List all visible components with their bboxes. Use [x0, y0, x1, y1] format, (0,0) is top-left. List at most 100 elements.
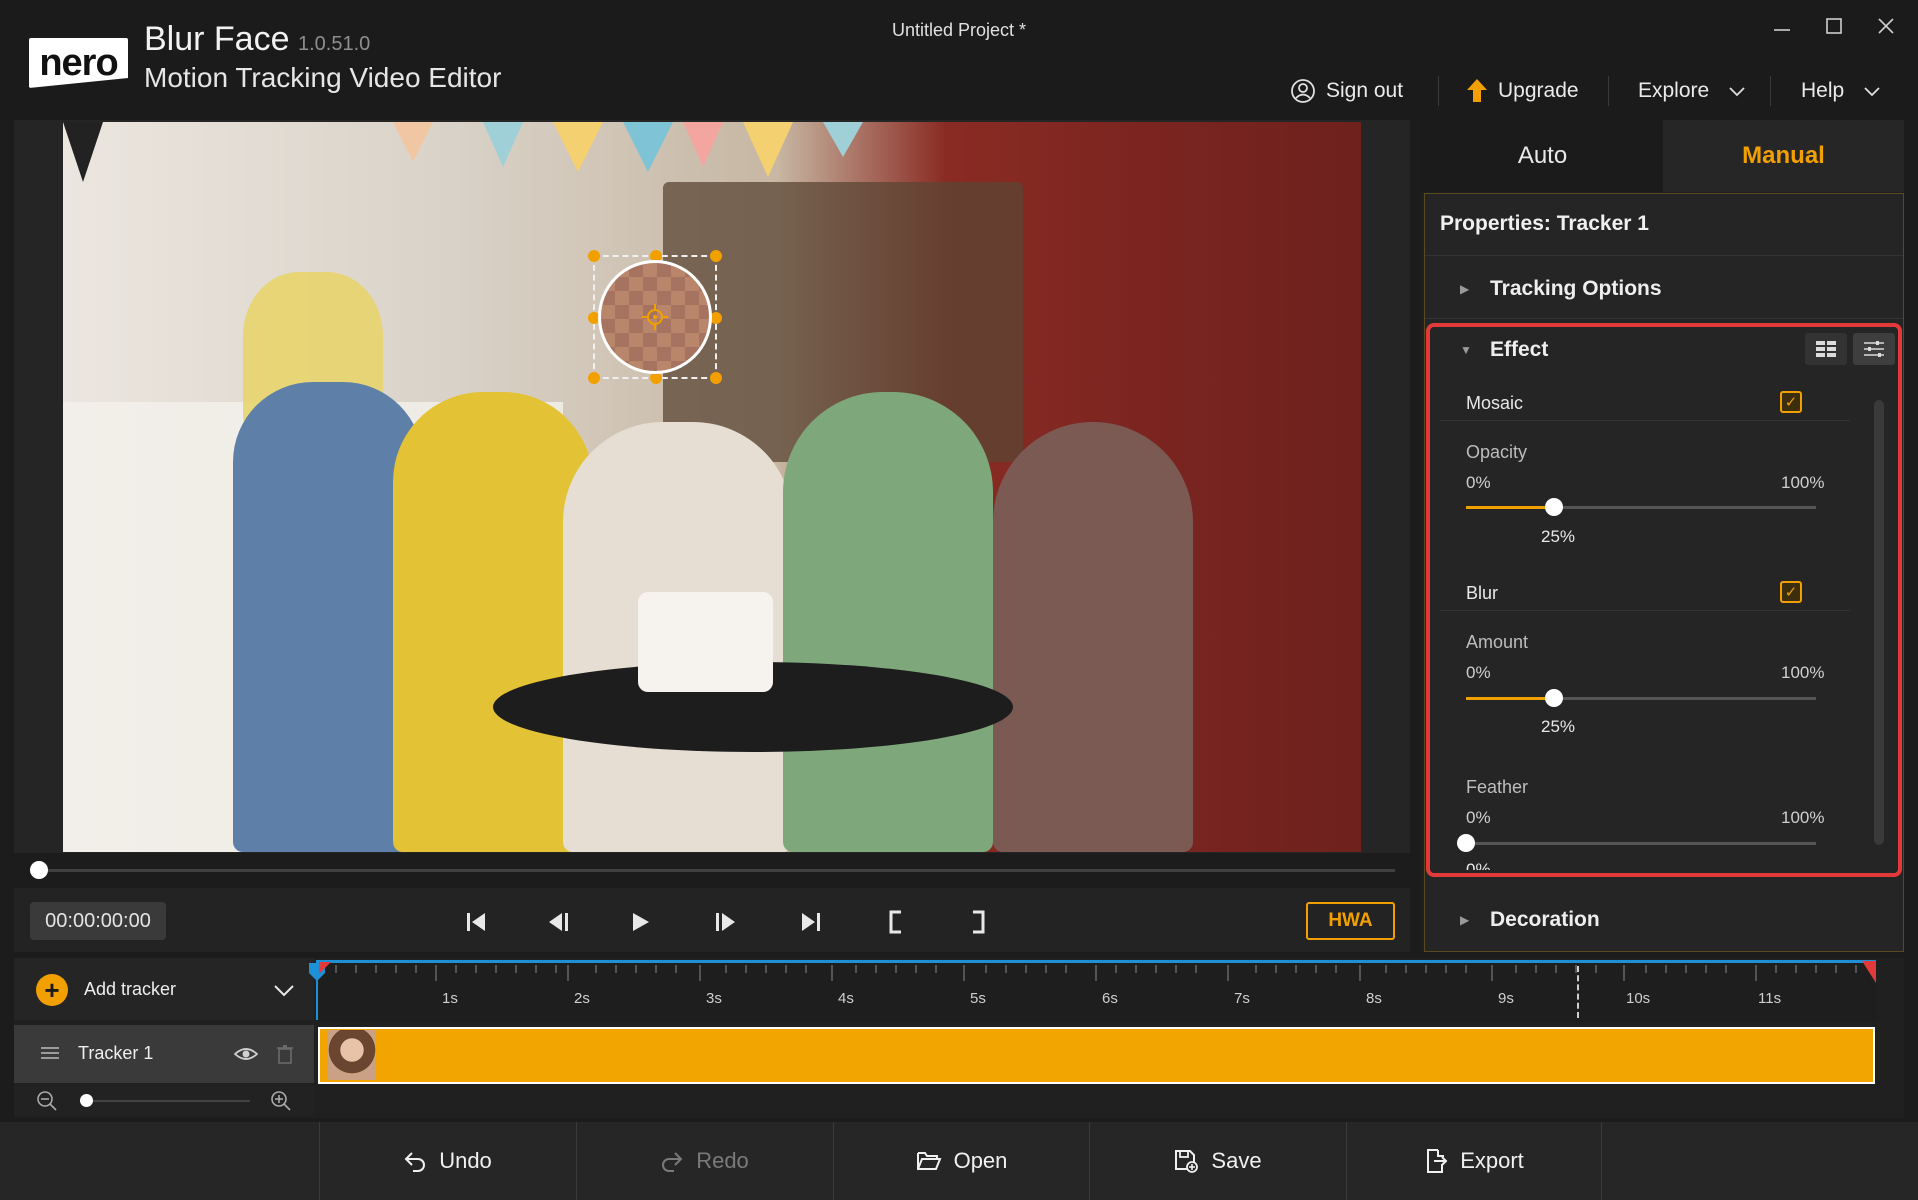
resize-handle[interactable]: [588, 372, 600, 384]
blur-label: Blur: [1466, 583, 1499, 603]
seek-bar[interactable]: [40, 869, 1395, 872]
upgrade-button[interactable]: Upgrade: [1466, 74, 1579, 108]
effect-label: Effect: [1490, 338, 1549, 361]
mosaic-label: Mosaic: [1466, 393, 1524, 413]
child-5: [993, 422, 1193, 852]
add-icon[interactable]: +: [36, 974, 68, 1006]
birthday-cake: [638, 592, 773, 692]
opacity-slider-fill: [1466, 506, 1554, 509]
sliders-icon: [1864, 341, 1884, 357]
blur-checkbox[interactable]: ✓: [1780, 581, 1802, 603]
amount-slider-fill: [1466, 697, 1554, 700]
mark-out-button[interactable]: [960, 905, 996, 939]
child-4: [783, 392, 993, 852]
go-to-start-button[interactable]: [458, 905, 494, 939]
help-menu[interactable]: Help: [1801, 74, 1882, 108]
export-icon: [1427, 1149, 1448, 1173]
bunting-decoration: [63, 122, 1361, 182]
tick-label: 3s: [706, 990, 722, 1007]
eye-icon: [233, 1048, 259, 1060]
sliders-view-button[interactable]: [1853, 333, 1895, 365]
next-frame-button[interactable]: [708, 905, 744, 939]
resize-handle[interactable]: [710, 250, 722, 262]
effect-scrollbar[interactable]: [1874, 400, 1884, 845]
feather-label: Feather: [1466, 777, 1529, 797]
play-button[interactable]: [622, 905, 658, 939]
tracking-options-label: Tracking Options: [1490, 277, 1662, 300]
go-to-end-button[interactable]: [793, 905, 829, 939]
in-point-marker-icon: [319, 961, 331, 979]
redo-button[interactable]: Redo: [576, 1122, 832, 1200]
header-divider: [1770, 76, 1771, 106]
add-tracker-dropdown[interactable]: [272, 980, 296, 1005]
delete-tracker-button[interactable]: [276, 1044, 294, 1069]
drag-handle-icon[interactable]: [40, 1045, 60, 1066]
save-button[interactable]: Save: [1089, 1122, 1345, 1200]
opacity-slider-handle[interactable]: [1544, 498, 1563, 516]
opacity-max-label: 100%: [1781, 473, 1825, 492]
expand-arrow-icon: ▶: [1460, 913, 1470, 927]
collapse-arrow-icon: ▼: [1460, 343, 1472, 357]
seek-handle[interactable]: [30, 861, 48, 879]
previous-frame-button[interactable]: [540, 905, 576, 939]
video-frame[interactable]: [63, 122, 1361, 852]
chevron-down-icon: [1864, 87, 1880, 97]
mosaic-checkbox[interactable]: ✓: [1780, 391, 1802, 413]
tick-label: 10s: [1626, 990, 1651, 1007]
trash-icon: [277, 1045, 293, 1064]
sign-out-button[interactable]: Sign out: [1290, 74, 1403, 108]
grid-icon: [1816, 341, 1836, 357]
open-button[interactable]: Open: [833, 1122, 1089, 1200]
tick-label: 2s: [574, 990, 590, 1007]
grid-view-button[interactable]: [1805, 333, 1847, 365]
help-label: Help: [1801, 79, 1845, 102]
close-icon: [1878, 18, 1894, 34]
checkmark-icon: ✓: [1784, 394, 1798, 411]
app-subtitle: Motion Tracking Video Editor: [144, 62, 502, 93]
mark-in-icon: [889, 910, 901, 934]
minimize-icon: [1774, 29, 1790, 31]
step-forward-icon: [716, 913, 735, 931]
sign-out-label: Sign out: [1326, 79, 1404, 102]
zoom-in-button[interactable]: [270, 1090, 292, 1117]
resize-handle[interactable]: [588, 250, 600, 262]
export-button[interactable]: Export: [1346, 1122, 1602, 1200]
undo-icon: [404, 1152, 426, 1172]
explore-menu[interactable]: Explore: [1638, 74, 1747, 108]
folder-open-icon: [916, 1152, 942, 1170]
clip-thumbnail: [328, 1030, 376, 1080]
decoration-section[interactable]: ▶ Decoration: [1460, 900, 1600, 940]
hwa-button[interactable]: HWA: [1306, 902, 1395, 940]
minimize-button[interactable]: [1762, 14, 1802, 44]
step-back-icon: [549, 913, 568, 931]
resize-handle[interactable]: [710, 372, 722, 384]
maximize-button[interactable]: [1814, 14, 1854, 44]
tick-label: 4s: [838, 990, 854, 1007]
tracking-options-section[interactable]: ▶ Tracking Options: [1460, 269, 1662, 309]
effect-section-header[interactable]: ▼ Effect: [1460, 330, 1548, 370]
tab-auto[interactable]: Auto: [1422, 120, 1663, 192]
tick-label: 6s: [1102, 990, 1118, 1007]
feather-slider-handle[interactable]: [1457, 834, 1475, 852]
zoom-slider-handle[interactable]: [80, 1094, 93, 1107]
tracker-clip[interactable]: [318, 1027, 1875, 1084]
timecode-display: 00:00:00:00: [30, 902, 166, 940]
hover-cursor-line: [1577, 966, 1579, 1018]
zoom-slider-track[interactable]: [86, 1100, 250, 1102]
amount-slider-handle[interactable]: [1544, 689, 1563, 707]
open-label: Open: [953, 1148, 1008, 1173]
visibility-toggle[interactable]: [233, 1044, 259, 1069]
add-tracker-button[interactable]: Add tracker: [84, 979, 176, 1000]
tab-manual[interactable]: Manual: [1663, 120, 1904, 192]
close-button[interactable]: [1866, 14, 1906, 44]
header-divider: [1438, 76, 1439, 106]
chevron-down-icon: [1729, 87, 1745, 97]
mark-out-icon: [973, 910, 985, 934]
divider: [1425, 318, 1903, 319]
feather-slider-track[interactable]: [1466, 842, 1816, 845]
tick-label: 7s: [1234, 990, 1250, 1007]
mark-in-button[interactable]: [878, 905, 914, 939]
undo-button[interactable]: Undo: [319, 1122, 575, 1200]
zoom-out-button[interactable]: [36, 1090, 58, 1117]
tracker-name: Tracker 1: [78, 1043, 154, 1063]
